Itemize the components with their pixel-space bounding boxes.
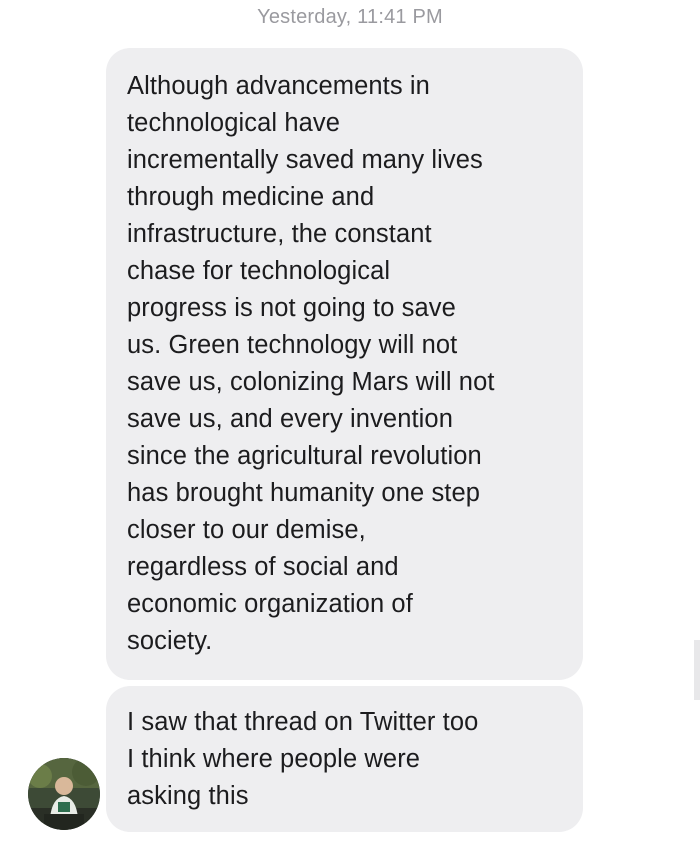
- message-thread: Yesterday, 11:41 PM Although advancement…: [0, 0, 700, 851]
- message-timestamp: Yesterday, 11:41 PM: [257, 6, 443, 28]
- scroll-edge: [694, 640, 700, 700]
- avatar[interactable]: [28, 758, 100, 830]
- avatar-photo-icon: [28, 758, 100, 830]
- message-bubble-incoming[interactable]: I saw that thread on Twitter too I think…: [106, 686, 583, 832]
- message-bubble-incoming[interactable]: Although advancements in technological h…: [106, 48, 583, 680]
